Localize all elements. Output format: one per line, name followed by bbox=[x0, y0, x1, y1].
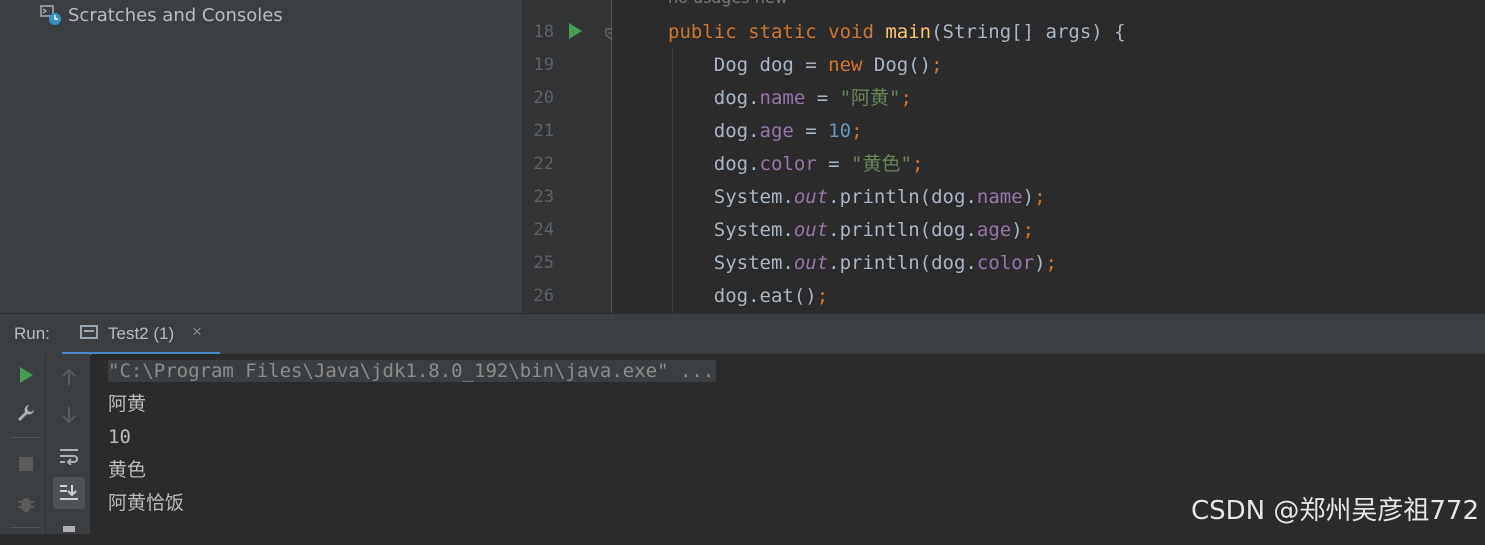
wrench-icon bbox=[18, 405, 34, 421]
tab-title: Test2 (1) bbox=[108, 324, 175, 343]
line-number: 20 bbox=[533, 88, 554, 108]
code-line-21: dog.age = 10; bbox=[668, 120, 863, 142]
line-number: 24 bbox=[533, 220, 554, 240]
console-output-line: 黄色 bbox=[108, 459, 147, 481]
scroll-to-end-icon bbox=[60, 485, 78, 500]
print-icon bbox=[63, 525, 75, 532]
toolbar-divider bbox=[10, 437, 40, 438]
stop-button[interactable] bbox=[12, 450, 40, 478]
watermark: CSDN @郑州吴彦祖772 bbox=[1190, 496, 1479, 526]
line-number: 23 bbox=[533, 187, 554, 207]
tab-test2[interactable]: Test2 (1) × bbox=[62, 314, 220, 355]
stop-icon bbox=[19, 457, 33, 471]
code-line-18: public static void main(String[] args) { bbox=[668, 21, 1126, 43]
line-number: 25 bbox=[533, 253, 554, 273]
line-number: 19 bbox=[533, 55, 554, 75]
scroll-down-button[interactable] bbox=[55, 401, 83, 429]
project-panel: Scratches and Consoles bbox=[0, 0, 522, 313]
code-line-19: Dog dog = new Dog(); bbox=[668, 54, 943, 76]
code-line-25: System.out.println(dog.color); bbox=[668, 252, 1057, 274]
run-tool-window-header: Run: Test2 (1) × bbox=[0, 313, 1485, 355]
bug-icon bbox=[18, 498, 34, 512]
toolbar-separator bbox=[45, 354, 46, 534]
toolbar-divider bbox=[10, 527, 40, 528]
line-number: 22 bbox=[533, 154, 554, 174]
code-line-23: System.out.println(dog.name); bbox=[668, 186, 1046, 208]
run-gutter-icon[interactable] bbox=[569, 23, 582, 39]
code-line-24: System.out.println(dog.age); bbox=[668, 219, 1035, 241]
scratches-icon bbox=[40, 4, 62, 26]
debug-button[interactable] bbox=[12, 490, 40, 518]
console-output-line: 10 bbox=[108, 426, 131, 448]
line-number: 21 bbox=[533, 121, 554, 141]
soft-wrap-icon bbox=[60, 449, 78, 465]
rerun-button[interactable] bbox=[12, 361, 40, 389]
soft-wrap-button[interactable] bbox=[55, 442, 83, 470]
close-icon[interactable]: × bbox=[192, 322, 202, 342]
play-icon bbox=[20, 367, 33, 383]
scroll-to-end-button[interactable] bbox=[53, 477, 85, 509]
command-line: "C:\Program Files\Java\jdk1.8.0_192\bin\… bbox=[108, 360, 717, 382]
print-button[interactable] bbox=[55, 517, 83, 545]
usage-hint: no usages new * bbox=[668, 0, 801, 8]
console-icon bbox=[80, 325, 98, 339]
code-line-22: dog.color = "黄色"; bbox=[668, 153, 924, 175]
scratches-and-consoles-item[interactable]: Scratches and Consoles bbox=[40, 2, 283, 28]
arrow-down-icon bbox=[62, 407, 76, 424]
code-line-20: dog.name = "阿黄"; bbox=[668, 87, 912, 109]
line-number: 26 bbox=[533, 286, 554, 306]
arrow-up-icon bbox=[62, 368, 76, 385]
settings-button[interactable] bbox=[12, 399, 40, 427]
run-label: Run: bbox=[14, 324, 50, 343]
code-line-26: dog.eat(); bbox=[668, 285, 829, 307]
console-output-line: 阿黄 bbox=[108, 393, 147, 415]
scratches-label: Scratches and Consoles bbox=[68, 4, 283, 26]
console-output-line: 阿黄恰饭 bbox=[108, 492, 185, 514]
line-number: 18 bbox=[533, 22, 554, 42]
scroll-up-button[interactable] bbox=[55, 363, 83, 391]
